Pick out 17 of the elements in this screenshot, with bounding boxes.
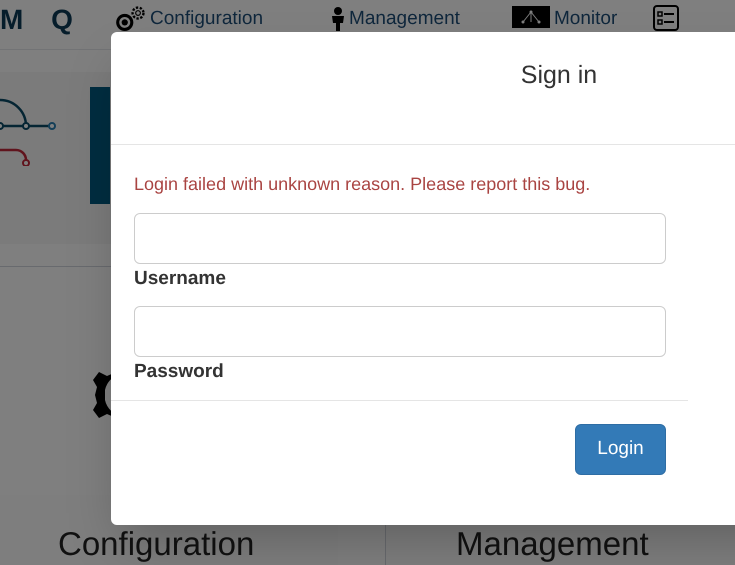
network-icon bbox=[512, 6, 550, 28]
error-message: Login failed with unknown reason. Please report this bug. bbox=[134, 173, 590, 196]
field-label: Password bbox=[134, 361, 224, 383]
input-field[interactable] bbox=[134, 213, 666, 264]
tile-title: Management bbox=[456, 526, 649, 562]
checklist-icon[interactable] bbox=[653, 5, 680, 31]
nav-link[interactable]: Configuration bbox=[150, 6, 264, 30]
nav-link[interactable]: Monitor bbox=[554, 6, 618, 30]
logo[interactable]: M Q bbox=[0, 5, 110, 35]
dialog-title: Sign in bbox=[520, 60, 598, 90]
person-icon bbox=[331, 6, 346, 30]
field-label: Username bbox=[134, 268, 226, 290]
nav-link[interactable]: Management bbox=[349, 6, 460, 30]
tile-title: Configuration bbox=[58, 526, 254, 562]
gears-icon bbox=[116, 6, 146, 30]
login-button[interactable]: Login bbox=[575, 424, 666, 475]
input-field[interactable] bbox=[134, 306, 666, 357]
